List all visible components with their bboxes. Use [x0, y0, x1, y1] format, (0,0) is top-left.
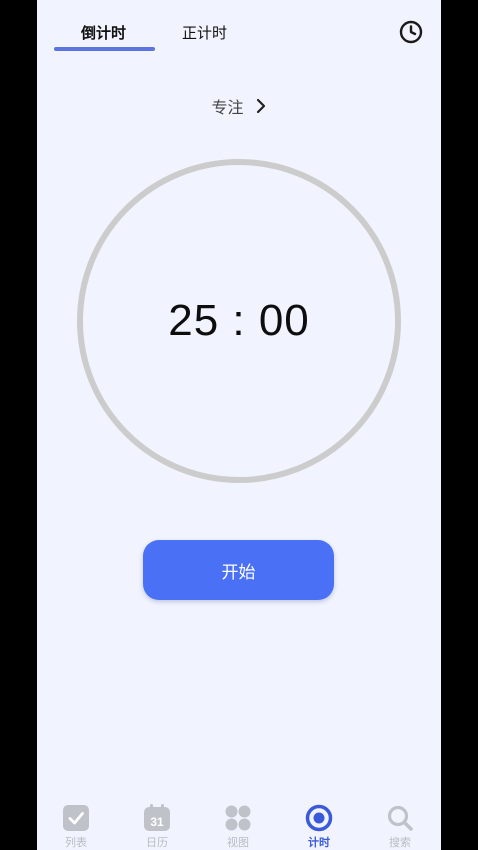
mode-selector[interactable]: 专注 [37, 94, 441, 118]
nav-item-view[interactable]: 视图 [208, 798, 268, 850]
nav-item-search[interactable]: 搜索 [370, 798, 430, 850]
calendar-badge: 31 [150, 815, 164, 829]
nav-label-timer: 计时 [308, 836, 330, 849]
nav-item-calendar[interactable]: 31 日历 [127, 798, 187, 850]
checkbox-icon [63, 805, 89, 831]
tab-countdown[interactable]: 倒计时 [81, 22, 126, 43]
timer-tabs: 倒计时 正计时 [37, 0, 441, 56]
nav-label-view: 视图 [227, 836, 249, 849]
timer-display: 25 : 00 [168, 296, 310, 345]
nav-label-search: 搜索 [389, 836, 411, 849]
tab-countup[interactable]: 正计时 [182, 22, 227, 43]
timer-screen: 倒计时 正计时 专注 25 : 00 开始 列表 31 日历 视图 计时 搜索 [37, 0, 441, 850]
nav-item-timer[interactable]: 计时 [289, 798, 349, 850]
timer-icon [305, 804, 333, 832]
nav-label-calendar: 日历 [146, 836, 168, 849]
nav-item-list[interactable]: 列表 [46, 798, 106, 850]
clock-icon [399, 20, 423, 44]
chevron-right-icon [256, 98, 265, 114]
history-button[interactable] [398, 19, 424, 45]
tab-active-indicator [54, 47, 155, 51]
calendar-icon: 31 [144, 804, 170, 831]
start-button[interactable]: 开始 [143, 540, 334, 600]
mode-label: 专注 [211, 98, 244, 117]
nav-label-list: 列表 [65, 836, 87, 849]
bottom-nav: 列表 31 日历 视图 计时 搜索 [37, 798, 441, 850]
grid-icon [225, 805, 251, 831]
search-icon [387, 805, 413, 831]
